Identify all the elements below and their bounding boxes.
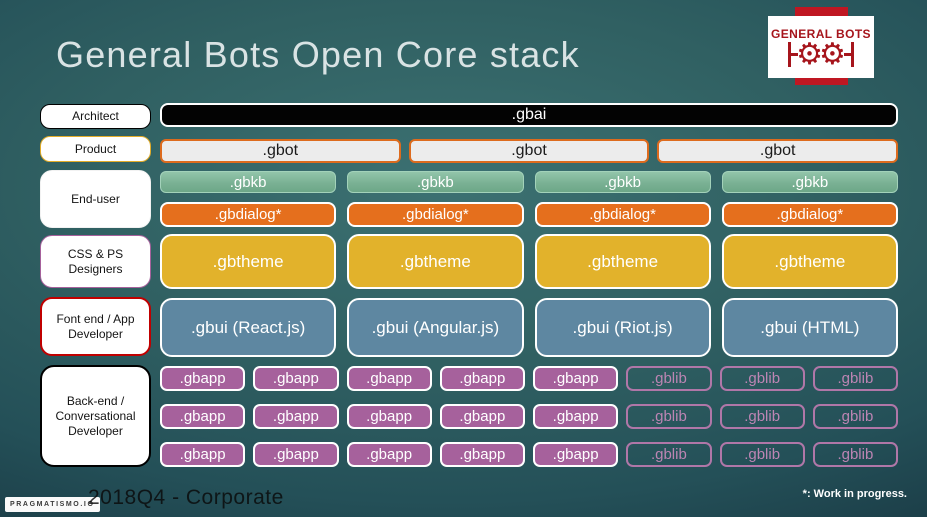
slide: General Bots Open Core stack GENERAL BOT… <box>0 0 927 517</box>
stack-box-gbui-angular: .gbui (Angular.js) <box>347 298 524 357</box>
stack-box-gbot: .gbot <box>160 139 401 163</box>
stack-box-gbai: .gbai <box>160 103 898 127</box>
pragmatismo-badge: PRAGMATISMO.IO <box>5 497 100 512</box>
stack-box-gbapp: .gbapp <box>533 404 619 429</box>
stack-box-gbdialog: .gbdialog* <box>160 202 337 227</box>
stack-box-gblib: .gblib <box>626 366 712 391</box>
role-label-css-ps-designers: CSS & PS Designers <box>40 235 151 288</box>
stack-box-gblib: .gblib <box>812 366 898 391</box>
stack-box-gbui-html: .gbui (HTML) <box>721 298 898 357</box>
stack-box-gbapp: .gbapp <box>160 404 246 429</box>
stack-box-gbapp: .gbapp <box>346 366 432 391</box>
row-gbot: .gbot .gbot .gbot <box>160 139 899 163</box>
stack-box-gblib: .gblib <box>812 442 898 467</box>
stack-box-gbtheme: .gbtheme <box>160 234 337 289</box>
stack-box-gbdialog: .gbdialog* <box>534 202 711 227</box>
stack-box-gbui-riot: .gbui (Riot.js) <box>534 298 711 357</box>
row-gbdialog: .gbdialog* .gbdialog* .gbdialog* .gbdial… <box>160 202 898 227</box>
stack-box-gblib: .gblib <box>626 442 712 467</box>
stack-box-gbkb: .gbkb <box>347 171 524 193</box>
stack-box-gbapp: .gbapp <box>439 404 525 429</box>
stack-box-gbapp: .gbapp <box>253 366 339 391</box>
stack-box-gblib: .gblib <box>719 366 805 391</box>
stack-box-gbot: .gbot <box>657 139 899 163</box>
stack-box-gblib: .gblib <box>626 404 712 429</box>
stack-box-gbtheme: .gbtheme <box>534 234 711 289</box>
general-bots-logo: GENERAL BOTS ⚙ ⚙ <box>768 16 874 78</box>
stack-box-gbtheme: .gbtheme <box>347 234 524 289</box>
role-label-back-end-conversational-developer: Back-end / Conversational Developer <box>40 365 151 467</box>
row-gbapp-gblib-1: .gbapp .gbapp .gbapp .gbapp .gbapp .gbli… <box>160 366 898 391</box>
page-title: General Bots Open Core stack <box>56 34 580 75</box>
stack-box-gbapp: .gbapp <box>439 442 525 467</box>
stack-box-gbapp: .gbapp <box>253 442 339 467</box>
stack-box-gbkb: .gbkb <box>534 171 711 193</box>
row-gbai: .gbai <box>160 103 898 127</box>
stack-box-gbapp: .gbapp <box>160 366 246 391</box>
stack-box-gbot: .gbot <box>408 139 650 163</box>
role-label-front-end-app-developer: Font end / App Developer <box>40 297 151 356</box>
stack-box-gbapp: .gbapp <box>533 442 619 467</box>
logo-gears: ⚙ ⚙ <box>788 37 854 72</box>
logo-axle-line <box>843 53 851 56</box>
role-label-product: Product <box>40 136 151 162</box>
footer-version-text: 2018Q4 - Corporate <box>88 486 284 509</box>
stack-box-gbapp: .gbapp <box>160 442 246 467</box>
work-in-progress-note: *: Work in progress. <box>802 488 907 500</box>
stack-box-gblib: .gblib <box>719 442 805 467</box>
stack-box-gblib: .gblib <box>719 404 805 429</box>
stack-box-gbdialog: .gbdialog* <box>347 202 524 227</box>
stack-box-gbtheme: .gbtheme <box>721 234 898 289</box>
stack-box-gbkb: .gbkb <box>721 171 898 193</box>
stack-box-gbapp: .gbapp <box>533 366 619 391</box>
stack-box-gblib: .gblib <box>812 404 898 429</box>
row-gbui: .gbui (React.js) .gbui (Angular.js) .gbu… <box>160 298 898 357</box>
stack-box-gbapp: .gbapp <box>346 404 432 429</box>
row-gbapp-gblib-2: .gbapp .gbapp .gbapp .gbapp .gbapp .gbli… <box>160 404 898 429</box>
stack-box-gbapp: .gbapp <box>346 442 432 467</box>
logo-end-bar <box>850 42 854 67</box>
stack-box-gbapp: .gbapp <box>253 404 339 429</box>
stack-box-gbdialog: .gbdialog* <box>721 202 898 227</box>
stack-box-gbkb: .gbkb <box>160 171 337 193</box>
row-gbtheme: .gbtheme .gbtheme .gbtheme .gbtheme <box>160 234 898 289</box>
role-label-end-user: End-user <box>40 170 151 228</box>
stack-box-gbui-react: .gbui (React.js) <box>160 298 337 357</box>
role-label-architect: Architect <box>40 104 151 129</box>
gear-icon: ⚙ <box>819 37 846 72</box>
row-gbkb: .gbkb .gbkb .gbkb .gbkb <box>160 171 898 193</box>
row-gbapp-gblib-3: .gbapp .gbapp .gbapp .gbapp .gbapp .gbli… <box>160 442 898 467</box>
stack-box-gbapp: .gbapp <box>439 366 525 391</box>
